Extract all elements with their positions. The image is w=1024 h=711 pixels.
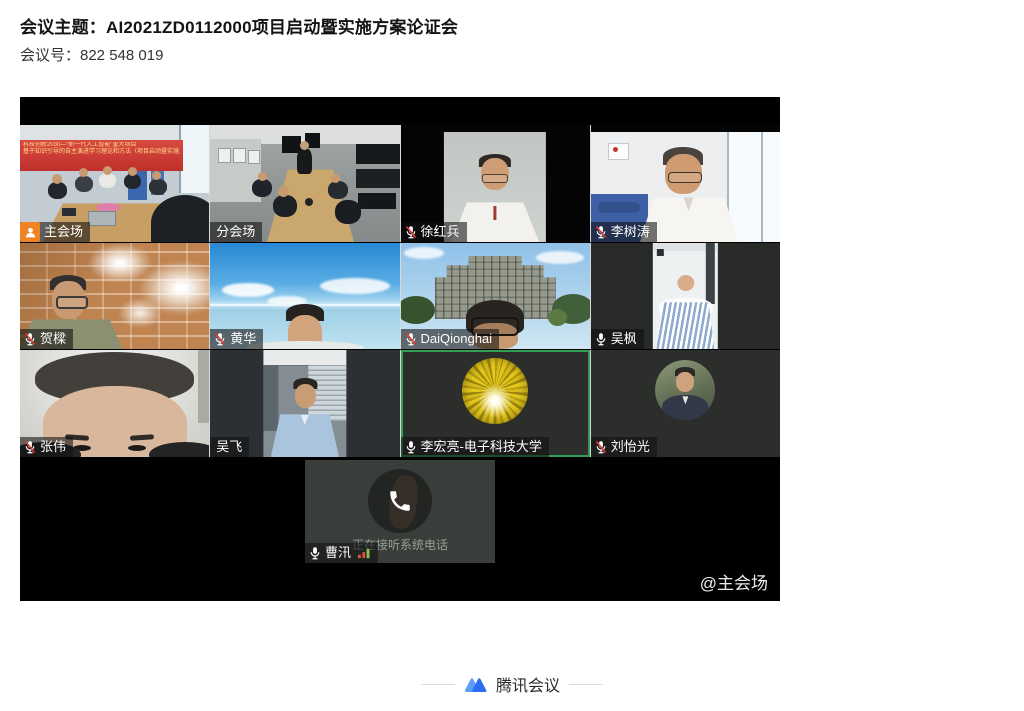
participant-name: 主会场 xyxy=(44,222,83,242)
meeting-number: 会议号：822 548 019 xyxy=(20,44,163,65)
video-grid: 科技创新2030—“新一代人工智能”重大项目 基于知识引导的自主演进学习理论和方… xyxy=(20,97,780,601)
participant-label: 曹汛 xyxy=(305,543,378,563)
participant-label: 刘怡光 xyxy=(591,437,657,457)
divider-line xyxy=(421,684,455,685)
participant-label: 吴枫 xyxy=(591,329,644,349)
participant-label: 张伟 xyxy=(20,437,73,457)
liuyiguang-avatar xyxy=(655,360,715,420)
participant-label: 分会场 xyxy=(210,222,262,242)
banner-text: 科技创新2030—“新一代人工智能”重大项目 基于知识引导的自主演进学习理论和方… xyxy=(23,142,180,156)
brand-name: 腾讯会议 xyxy=(496,672,560,696)
tile-branch-room[interactable]: 分会场 xyxy=(210,125,399,242)
tile-main-room[interactable]: 科技创新2030—“新一代人工智能”重大项目 基于知识引导的自主演进学习理论和方… xyxy=(20,125,209,242)
participant-name: DaiQionghai xyxy=(421,329,493,349)
participant-name: 张伟 xyxy=(40,437,66,457)
participant-label: 李宏亮-电子科技大学 xyxy=(401,437,549,457)
tile-lishutao[interactable]: 李树涛 xyxy=(591,125,780,242)
tile-xuhongbing[interactable]: 徐红兵 xyxy=(401,125,590,242)
tile-liuyiguang[interactable]: 刘怡光 xyxy=(591,350,780,457)
tile-huanghua[interactable]: 黄华 xyxy=(210,243,399,349)
brand-footer: 腾讯会议 xyxy=(0,672,1024,696)
participant-name: 徐红兵 xyxy=(421,222,460,242)
meeting-title: 会议主题：AI2021ZD0112000项目启动暨实施方案论证会 xyxy=(20,13,458,38)
video-row-2: 贺樑 黄华 xyxy=(20,243,780,349)
tile-daiqionghai[interactable]: DaiQionghai xyxy=(401,243,590,349)
participant-name: 黄华 xyxy=(230,329,256,349)
caoxun-avatar xyxy=(368,469,432,533)
tile-wufei[interactable]: 吴飞 xyxy=(210,350,399,457)
mic-muted-icon xyxy=(405,332,417,346)
mic-muted-icon xyxy=(214,332,226,346)
tencent-meeting-logo-icon xyxy=(464,674,487,694)
wufei-video xyxy=(263,350,346,457)
room-watermark: @主会场 xyxy=(700,569,768,594)
member-badge-icon xyxy=(20,222,40,242)
mic-muted-icon xyxy=(24,332,36,346)
tile-heliang[interactable]: 贺樑 xyxy=(20,243,209,349)
mic-on-icon xyxy=(595,332,607,346)
participant-name: 李宏亮-电子科技大学 xyxy=(421,437,542,457)
participant-label: 李树涛 xyxy=(591,222,657,242)
participant-label: 徐红兵 xyxy=(401,222,467,242)
wufeng-video xyxy=(653,243,717,349)
participant-label: 贺樑 xyxy=(20,329,73,349)
participant-label: 主会场 xyxy=(20,222,90,242)
tile-lihongliang[interactable]: 李宏亮-电子科技大学 xyxy=(401,350,590,457)
mic-muted-icon xyxy=(405,225,417,239)
tile-wufeng[interactable]: 吴枫 xyxy=(591,243,780,349)
participant-name: 贺樑 xyxy=(40,329,66,349)
mic-on-icon xyxy=(405,440,417,454)
video-row-3: 张伟 吴飞 xyxy=(20,350,780,457)
participant-name: 分会场 xyxy=(216,222,255,242)
tile-caoxun[interactable]: 正在接听系统电话 曹汛 xyxy=(305,460,495,563)
participant-name: 李树涛 xyxy=(611,222,650,242)
mic-on-icon xyxy=(309,546,321,560)
video-row-1: 科技创新2030—“新一代人工智能”重大项目 基于知识引导的自主演进学习理论和方… xyxy=(20,125,780,242)
divider-line xyxy=(569,684,603,685)
participant-name: 吴枫 xyxy=(611,329,637,349)
mic-muted-icon xyxy=(595,440,607,454)
phone-icon xyxy=(387,488,413,514)
video-row-4: 正在接听系统电话 曹汛 xyxy=(20,460,780,563)
participant-name: 吴飞 xyxy=(216,437,242,457)
participant-label: 黄华 xyxy=(210,329,263,349)
participant-name: 曹汛 xyxy=(325,543,351,563)
participant-name: 刘怡光 xyxy=(611,437,650,457)
participant-label: DaiQionghai xyxy=(401,329,500,349)
mic-muted-icon xyxy=(595,225,607,239)
tile-zhangwei[interactable]: 张伟 xyxy=(20,350,209,457)
lihongliang-avatar xyxy=(462,358,528,424)
mic-muted-icon xyxy=(24,440,36,454)
signal-bars-icon xyxy=(357,547,371,559)
participant-label: 吴飞 xyxy=(210,437,249,457)
